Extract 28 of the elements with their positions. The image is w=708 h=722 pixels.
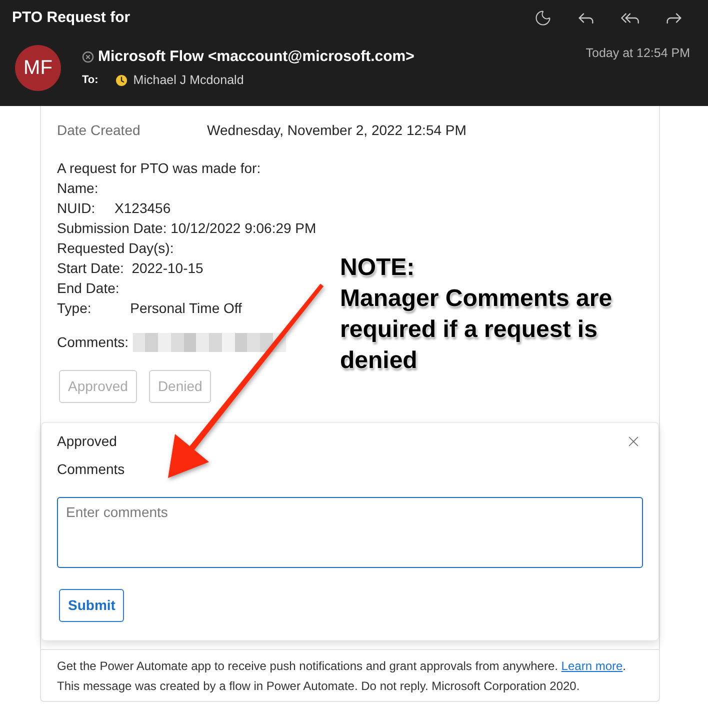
request-detail-line: End Date: [57, 279, 120, 298]
avatar: MF [15, 45, 61, 91]
date-created-label: Date Created [57, 120, 142, 140]
recipient-name[interactable]: Michael J Mcdonald [133, 70, 244, 90]
date-created-value: Wednesday, November 2, 2022 12:54 PM [207, 120, 466, 140]
learn-more-link[interactable]: Learn more [561, 659, 623, 673]
email-subject: PTO Request for [12, 8, 130, 28]
comments-field-label: Comments [57, 460, 125, 478]
request-detail-line: Type: Personal Time Off [57, 299, 242, 318]
moon-icon[interactable] [534, 9, 552, 27]
submit-button[interactable]: Submit [59, 589, 124, 622]
footer-text: Get the Power Automate app to receive push notifications and grant approvals from anywhere. Learn more. This message was created by a flow in Power Automate. Do not reply. Microsoft Corporation 2020. [57, 658, 628, 695]
comments-label: Comments: [57, 332, 129, 352]
remove-sender-icon[interactable] [82, 51, 94, 63]
received-time: Today at 12:54 PM [586, 45, 690, 61]
note-title: NOTE: [340, 253, 416, 283]
sender-address: Microsoft Flow <maccount@microsoft.com> [98, 46, 414, 67]
request-detail-line: Requested Day(s): [57, 239, 174, 258]
request-detail-line: Start Date: 2022-10-15 [57, 259, 204, 278]
request-detail-line: A request for PTO was made for: [57, 159, 261, 178]
comments-field[interactable]: Enter comments [57, 497, 643, 568]
request-detail-line: NUID: X123456 [57, 199, 171, 218]
to-label: To: [82, 72, 98, 88]
response-title: Approved [57, 432, 117, 451]
note-text: Manager Comments are required if a request is denied [340, 284, 614, 376]
clock-icon [116, 74, 128, 86]
request-detail-line: Name: [57, 179, 98, 198]
request-detail-line: Submission Date: 10/12/2022 9:06:29 PM [57, 219, 316, 238]
